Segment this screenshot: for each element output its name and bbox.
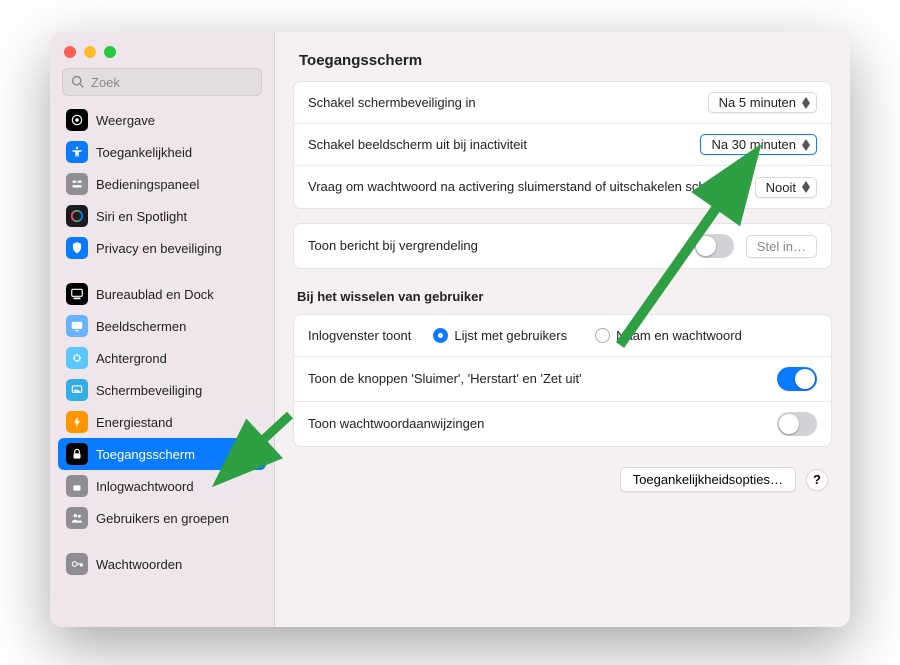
sidebar-item-displays[interactable]: Beeldschermen: [58, 310, 266, 342]
sidebar-item-weergave[interactable]: Weergave: [58, 104, 266, 136]
sidebar-item-label: Gebruikers en groepen: [96, 511, 229, 526]
sidebar-item-password[interactable]: Inlogwachtwoord: [58, 470, 266, 502]
login-window-option-name-password[interactable]: Naam en wachtwoord: [595, 328, 742, 343]
password-icon: [66, 475, 88, 497]
main-panel: Toegangsscherm Schakel schermbeveiliging…: [275, 32, 850, 627]
sidebar-item-screensaver[interactable]: Schermbeveiliging: [58, 374, 266, 406]
password-hints-toggle[interactable]: [777, 412, 817, 436]
login-window-label: Inlogvenster toont: [308, 327, 411, 345]
chevron-updown-icon: [802, 139, 810, 151]
window-controls: [50, 32, 274, 68]
help-button[interactable]: ?: [806, 469, 828, 491]
lock-message-row: Toon bericht bij vergrendeling Stel in…: [294, 224, 831, 268]
show-buttons-row: Toon de knoppen 'Sluimer', 'Herstart' en…: [294, 357, 831, 402]
display-off-row: Schakel beeldscherm uit bij inactiviteit…: [294, 124, 831, 166]
sidebar-item-key[interactable]: Wachtwoorden: [58, 548, 266, 580]
users-icon: [66, 507, 88, 529]
screensaver-row: Schakel schermbeveiliging in Na 5 minute…: [294, 82, 831, 124]
password-hints-row: Toon wachtwoordaanwijzingen: [294, 402, 831, 446]
page-title: Toegangsscherm: [275, 32, 850, 81]
display-off-value: Na 30 minuten: [711, 137, 796, 152]
sidebar-item-wallpaper[interactable]: Achtergrond: [58, 342, 266, 374]
sidebar-item-label: Energiestand: [96, 415, 173, 430]
chevron-updown-icon: [802, 181, 810, 193]
display-settings-group: Schakel schermbeveiliging in Na 5 minute…: [293, 81, 832, 209]
user-switching-group: Inlogvenster toont Lijst met gebruikers …: [293, 314, 832, 447]
lock-icon: [66, 443, 88, 465]
lock-message-label: Toon bericht bij vergrendeling: [308, 237, 682, 255]
sidebar-item-privacy[interactable]: Privacy en beveiliging: [58, 232, 266, 264]
key-icon: [66, 553, 88, 575]
sidebar-item-label: Bureaublad en Dock: [96, 287, 214, 302]
search-icon: [71, 75, 85, 89]
screensaver-label: Schakel schermbeveiliging in: [308, 94, 696, 112]
accessibility-icon: [66, 141, 88, 163]
wallpaper-icon: [66, 347, 88, 369]
require-password-dropdown[interactable]: Nooit: [755, 177, 817, 198]
accessibility-options-button[interactable]: Toegankelijkheidsopties…: [620, 467, 796, 492]
minimize-window-button[interactable]: [84, 46, 96, 58]
radio-checked-icon: [433, 328, 448, 343]
sidebar-item-label: Beeldschermen: [96, 319, 186, 334]
sidebar-item-accessibility[interactable]: Toegankelijkheid: [58, 136, 266, 168]
lock-message-group: Toon bericht bij vergrendeling Stel in…: [293, 223, 832, 269]
screensaver-dropdown[interactable]: Na 5 minuten: [708, 92, 817, 113]
sidebar-item-battery[interactable]: Energiestand: [58, 406, 266, 438]
sidebar-item-lock[interactable]: Toegangsscherm: [58, 438, 266, 470]
login-window-row: Inlogvenster toont Lijst met gebruikers …: [294, 315, 831, 357]
screensaver-icon: [66, 379, 88, 401]
display-off-dropdown[interactable]: Na 30 minuten: [700, 134, 817, 155]
sidebar-item-siri[interactable]: Siri en Spotlight: [58, 200, 266, 232]
show-buttons-toggle[interactable]: [777, 367, 817, 391]
close-window-button[interactable]: [64, 46, 76, 58]
require-password-value: Nooit: [766, 180, 796, 195]
sidebar-item-label: Toegangsscherm: [96, 447, 195, 462]
sidebar-item-label: Inlogwachtwoord: [96, 479, 194, 494]
lock-message-toggle[interactable]: [694, 234, 734, 258]
require-password-row: Vraag om wachtwoord na activering sluime…: [294, 166, 831, 208]
sidebar-item-label: Schermbeveiliging: [96, 383, 202, 398]
dock-icon: [66, 283, 88, 305]
sidebar-item-label: Siri en Spotlight: [96, 209, 187, 224]
privacy-icon: [66, 237, 88, 259]
user-switching-section-title: Bij het wisselen van gebruiker: [293, 283, 832, 314]
battery-icon: [66, 411, 88, 433]
sidebar-item-control-center[interactable]: Bedieningspaneel: [58, 168, 266, 200]
lock-message-set-button[interactable]: Stel in…: [746, 235, 817, 258]
login-window-option-list[interactable]: Lijst met gebruikers: [433, 328, 567, 343]
show-buttons-label: Toon de knoppen 'Sluimer', 'Herstart' en…: [308, 370, 765, 388]
screensaver-value: Na 5 minuten: [719, 95, 796, 110]
login-window-opt2-label: Naam en wachtwoord: [616, 328, 742, 343]
control-center-icon: [66, 173, 88, 195]
weergave-icon: [66, 109, 88, 131]
sidebar-item-label: Bedieningspaneel: [96, 177, 199, 192]
sidebar-item-label: Weergave: [96, 113, 155, 128]
chevron-updown-icon: [802, 97, 810, 109]
login-window-opt1-label: Lijst met gebruikers: [454, 328, 567, 343]
sidebar-item-label: Achtergrond: [96, 351, 167, 366]
search-placeholder: Zoek: [91, 75, 120, 90]
password-hints-label: Toon wachtwoordaanwijzingen: [308, 415, 765, 433]
displays-icon: [66, 315, 88, 337]
sidebar-item-users[interactable]: Gebruikers en groepen: [58, 502, 266, 534]
siri-icon: [66, 205, 88, 227]
sidebar-item-label: Privacy en beveiliging: [96, 241, 222, 256]
zoom-window-button[interactable]: [104, 46, 116, 58]
sidebar-item-dock[interactable]: Bureaublad en Dock: [58, 278, 266, 310]
require-password-label: Vraag om wachtwoord na activering sluime…: [308, 178, 743, 196]
sidebar-list: Weergave Toegankelijkheid Bedieningspaneel…: [50, 104, 274, 627]
radio-unchecked-icon: [595, 328, 610, 343]
system-settings-window: Zoek Weergave Toegankelijkheid Bedieningsp…: [50, 32, 850, 627]
sidebar-item-label: Wachtwoorden: [96, 557, 182, 572]
footer-row: Toegankelijkheidsopties… ?: [293, 461, 832, 492]
search-input[interactable]: Zoek: [62, 68, 262, 96]
sidebar: Zoek Weergave Toegankelijkheid Bedieningsp…: [50, 32, 275, 627]
sidebar-item-label: Toegankelijkheid: [96, 145, 192, 160]
display-off-label: Schakel beeldscherm uit bij inactiviteit: [308, 136, 688, 154]
